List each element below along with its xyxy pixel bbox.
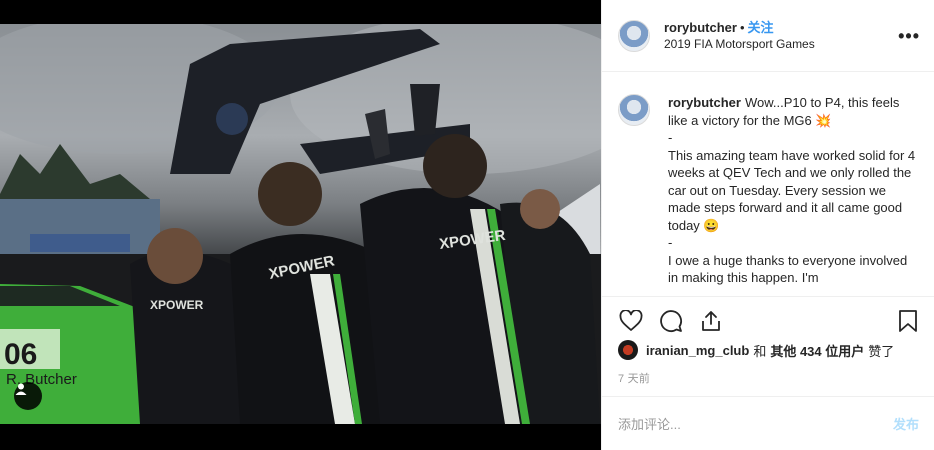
post-header: rorybutcher • 关注 2019 FIA Motorsport Games… <box>602 0 934 72</box>
caption-username[interactable]: rorybutcher <box>668 95 741 110</box>
header-text: rorybutcher • 关注 2019 FIA Motorsport Games <box>664 20 815 52</box>
follow-button[interactable]: 关注 <box>748 20 774 35</box>
likes-others-link[interactable]: 其他 434 位用户 <box>770 341 864 360</box>
caption-line: This amazing team have worked solid for … <box>668 147 916 233</box>
comment-bubble-icon <box>660 309 682 332</box>
likes-connector: 和 <box>753 343 767 359</box>
jacket-logo-3: XPOWER <box>150 298 204 312</box>
liker-username[interactable]: iranian_mg_club <box>646 343 749 358</box>
post-comment-button[interactable]: 发布 <box>893 414 919 433</box>
likes-suffix: 赞了 <box>868 343 895 359</box>
share-button[interactable] <box>698 308 724 334</box>
avatar[interactable] <box>618 94 650 126</box>
post-timestamp[interactable]: 7 天前 <box>618 370 650 386</box>
caption-line: - <box>668 130 673 145</box>
like-button[interactable] <box>618 308 644 334</box>
action-bar <box>602 296 934 344</box>
save-button[interactable] <box>895 308 921 334</box>
post-photo[interactable]: 06 R. Butcher XPOWER XPOWER XPOWER <box>0 24 601 424</box>
likes-summary: iranian_mg_club 和 其他 434 位用户 赞了 <box>618 340 894 360</box>
location-link[interactable]: 2019 FIA Motorsport Games <box>664 36 815 52</box>
add-comment-bar: 添加评论... 发布 <box>602 396 934 450</box>
liker-avatar[interactable] <box>618 340 638 360</box>
caption: rorybutcher Wow...P10 to P4, this feels l… <box>668 94 918 286</box>
share-icon <box>702 310 720 331</box>
bookmark-icon <box>899 310 917 332</box>
avatar[interactable] <box>618 19 650 52</box>
photo-viewer: 06 R. Butcher XPOWER XPOWER XPOWER <box>0 0 601 450</box>
comment-input[interactable]: 添加评论... <box>618 414 681 433</box>
comment-button[interactable] <box>658 308 684 334</box>
separator-dot: • <box>739 19 745 35</box>
caption-line: I owe a huge thanks to everyone involved… <box>668 252 908 286</box>
comments-section: rorybutcher Wow...P10 to P4, this feels l… <box>602 72 934 286</box>
photo-illustration: 06 R. Butcher XPOWER XPOWER XPOWER <box>0 24 601 424</box>
car-number: 06 <box>4 338 37 371</box>
user-tag-icon <box>15 383 27 395</box>
caption-line: - <box>668 235 673 250</box>
heart-icon <box>619 309 643 331</box>
user-tag-button[interactable] <box>14 382 42 410</box>
post-side-panel: rorybutcher • 关注 2019 FIA Motorsport Games… <box>601 0 934 450</box>
username-link[interactable]: rorybutcher <box>664 20 737 35</box>
more-options-icon[interactable]: ••• <box>898 26 920 47</box>
